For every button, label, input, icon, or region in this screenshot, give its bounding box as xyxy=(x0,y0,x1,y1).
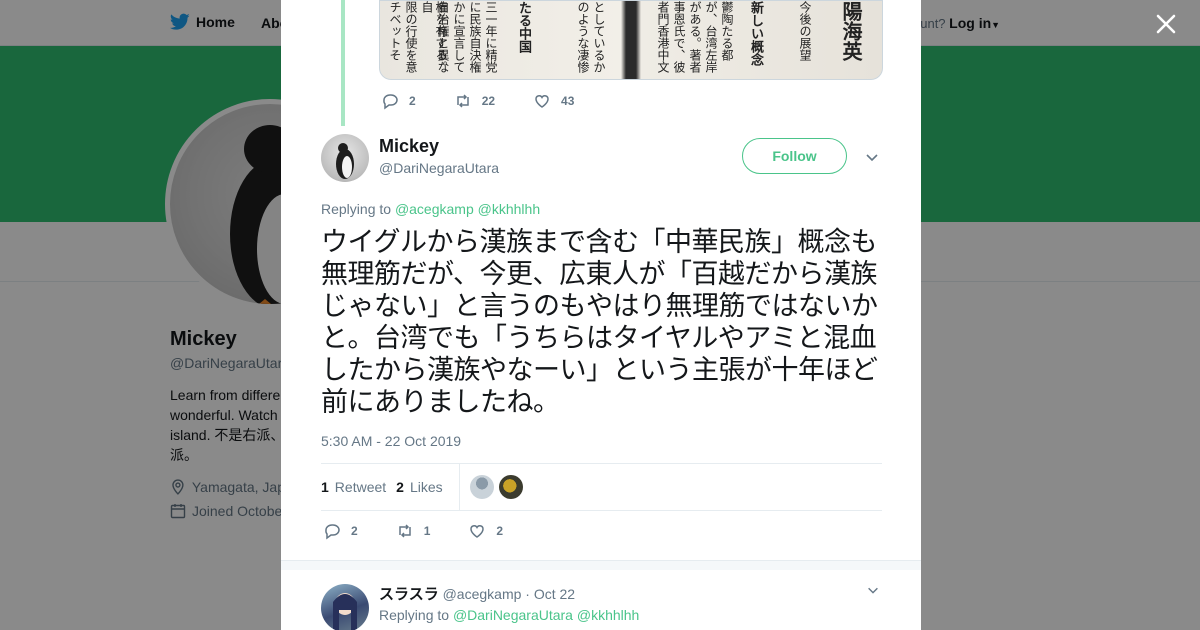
retweet-count: 1 xyxy=(423,524,431,538)
image-text: 新しい概念 xyxy=(748,1,763,66)
image-text: に民族自決権 xyxy=(468,1,482,73)
reply-icon xyxy=(325,524,340,540)
likes-label: Likes xyxy=(409,479,443,495)
retweet-action[interactable]: 1 xyxy=(396,522,431,540)
mention-link[interactable]: @acegkamp xyxy=(395,201,474,217)
reply-action[interactable]: 2 xyxy=(381,92,416,110)
liker-avatar[interactable] xyxy=(498,475,523,499)
tweet-text: ウイグルから漢族まで含む「中華民族」概念も無理筋だが、今更、広東人が「百越だから… xyxy=(321,227,878,418)
conversation-thread-line xyxy=(341,0,345,126)
heart-icon xyxy=(470,525,485,538)
replying-prefix: Replying to xyxy=(379,607,450,623)
close-icon xyxy=(1156,14,1176,34)
reply-replying-to: Replying to @DariNegaraUtara @kkhhlhh xyxy=(379,607,639,623)
chevron-down-icon[interactable] xyxy=(864,149,880,165)
mention-link[interactable]: @DariNegaraUtara xyxy=(453,607,573,623)
image-text: 事恩氏で、彼 xyxy=(672,1,686,73)
anime-avatar-image xyxy=(333,593,357,630)
heart-icon xyxy=(535,95,549,108)
likes-count: 2 xyxy=(396,479,404,495)
image-text: がある。著者 xyxy=(688,1,702,73)
tweet-media-image[interactable]: 陽海英 今後の展望 新しい概念 鬱陶たる都 が、台湾左岸 がある。著者 事恩氏で… xyxy=(379,0,883,80)
reply-author-handle[interactable]: @acegkamp xyxy=(443,586,522,602)
retweets-stat[interactable]: 1 Retweet xyxy=(321,479,386,495)
like-count: 43 xyxy=(561,94,575,108)
mention-link[interactable]: @kkhhlhh xyxy=(478,201,540,217)
penguin-avatar-image xyxy=(336,143,354,179)
likes-stat[interactable]: 2 Likes xyxy=(396,479,442,495)
replying-prefix: Replying to xyxy=(321,201,392,217)
reply-header: スラスラ @acegkamp · Oct 22 xyxy=(379,583,575,604)
image-text: としているか xyxy=(592,1,606,73)
retweet-action[interactable]: 22 xyxy=(454,92,495,110)
reply-icon xyxy=(383,94,398,110)
author-handle[interactable]: @DariNegaraUtara xyxy=(379,160,499,176)
close-modal-button[interactable] xyxy=(1152,10,1180,38)
retweets-count: 1 xyxy=(321,479,329,495)
replying-to: Replying to @acegkamp @kkhhlhh xyxy=(321,201,540,217)
image-text: かに宣言して xyxy=(452,1,466,73)
tweet-actions: 2 1 2 xyxy=(323,522,541,540)
tweet-permalink-modal: 陽海英 今後の展望 新しい概念 鬱陶たる都 が、台湾左岸 がある。著者 事恩氏で… xyxy=(281,0,921,630)
retweet-icon xyxy=(456,94,469,108)
reply-author-name[interactable]: スラスラ xyxy=(379,586,439,603)
image-text: が、台湾左岸 xyxy=(704,1,718,73)
chevron-down-icon[interactable] xyxy=(866,583,880,597)
image-text-heading: 陽海英 xyxy=(839,1,863,61)
reply-count: 2 xyxy=(409,94,416,108)
reply-date[interactable]: · Oct 22 xyxy=(525,586,575,602)
parent-tweet-actions: 2 22 43 xyxy=(381,92,612,110)
image-text: たる中国 xyxy=(516,1,531,53)
tweet-stats: 1 Retweet 2 Likes xyxy=(321,463,882,511)
image-text: 今後の展望 xyxy=(798,1,812,61)
like-action[interactable]: 43 xyxy=(533,92,574,110)
reply-author-avatar[interactable] xyxy=(321,584,369,630)
reply-count: 2 xyxy=(351,524,358,538)
follow-button[interactable]: Follow xyxy=(742,138,847,174)
reply-action[interactable]: 2 xyxy=(323,522,358,540)
author-name[interactable]: Mickey xyxy=(379,136,439,157)
liker-avatar[interactable] xyxy=(469,475,494,499)
image-text: 三一年に精党 xyxy=(484,1,498,73)
retweets-label: Retweet xyxy=(334,479,387,495)
image-text: 鬱陶たる都 xyxy=(720,1,734,61)
image-text: のような凄惨 xyxy=(576,1,590,73)
retweet-icon xyxy=(398,524,411,538)
tweet-timestamp[interactable]: 5:30 AM - 22 Oct 2019 xyxy=(321,433,461,449)
like-action[interactable]: 2 xyxy=(468,522,503,540)
image-text: チベットそ xyxy=(388,1,402,61)
retweet-count: 22 xyxy=(481,94,496,108)
replies-divider xyxy=(281,560,921,570)
like-count: 2 xyxy=(496,524,504,538)
mention-link[interactable]: @kkhhlhh xyxy=(577,607,639,623)
image-text: 権を有する。自 xyxy=(420,1,448,73)
image-text: 限の行使を意 xyxy=(404,1,418,73)
stats-divider xyxy=(458,464,460,510)
author-avatar[interactable] xyxy=(321,134,369,182)
image-text: 者門香港中文 xyxy=(656,1,670,73)
